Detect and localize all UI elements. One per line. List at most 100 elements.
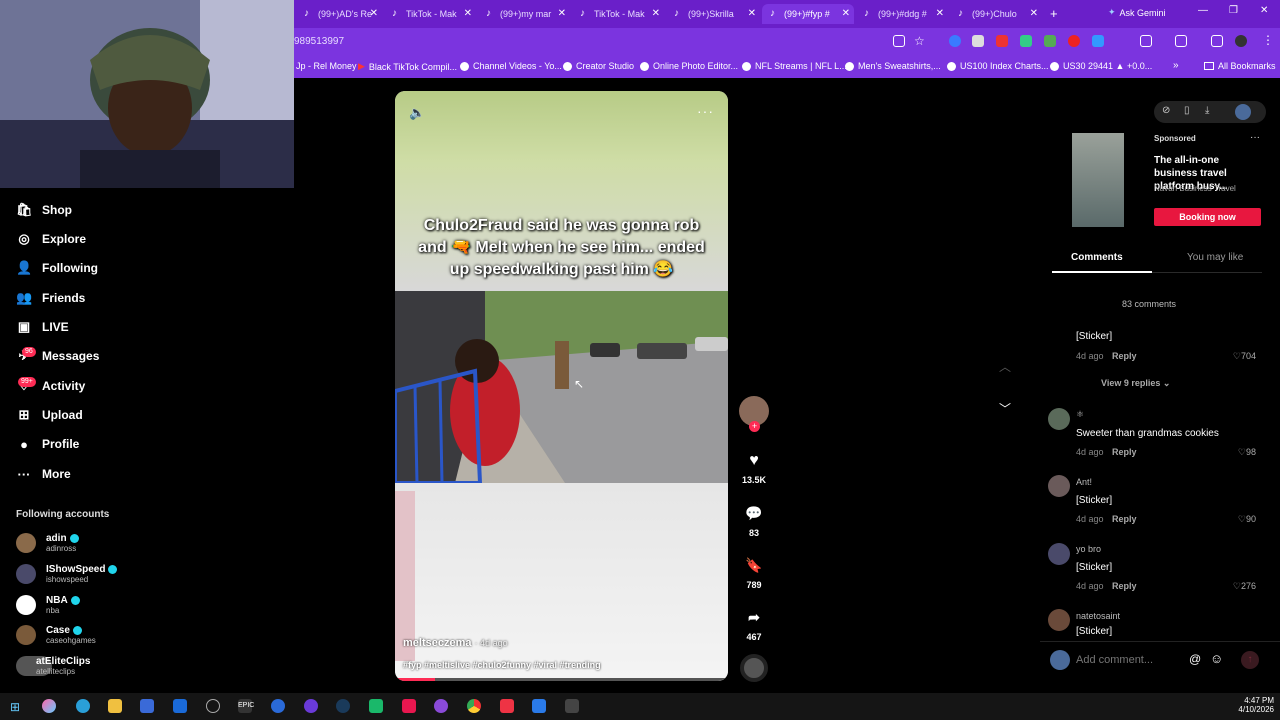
cast-icon[interactable] (893, 35, 905, 47)
following-account[interactable]: IShowSpeed ishowspeed (16, 561, 118, 587)
volume-icon[interactable]: 🔈 (409, 105, 425, 121)
edge-icon[interactable] (76, 699, 90, 713)
send-button[interactable]: ↑ (1241, 651, 1259, 669)
tab-you-may-like[interactable]: You may like (1187, 252, 1243, 263)
compass-icon[interactable]: ⊘ (1162, 105, 1170, 116)
sidebar-item-profile[interactable]: ● Profile (16, 434, 79, 454)
app-icon[interactable] (434, 699, 448, 713)
following-account[interactable]: NBA nba (16, 592, 80, 618)
sidebar-item-live[interactable]: ▣ LIVE (16, 317, 69, 337)
app-icon[interactable] (206, 699, 220, 713)
share-button[interactable]: ➦ 467 (741, 609, 767, 642)
ad-more-icon[interactable]: ··· (1250, 132, 1260, 143)
bookmark[interactable]: NFL Streams | NFL L... (742, 61, 847, 71)
extension-icon[interactable] (972, 35, 984, 47)
sidebar-item-more[interactable]: ··· More (16, 464, 71, 484)
browser-tab[interactable]: ♪ (99+)#ddg # ✕ (856, 4, 948, 24)
avatar[interactable] (1048, 609, 1070, 631)
progress-bar[interactable] (395, 678, 728, 681)
bookmark[interactable]: US30 29441 ▲ +0.0... (1050, 61, 1152, 71)
steam-icon[interactable] (336, 699, 350, 713)
follow-plus-icon[interactable]: + (749, 421, 760, 432)
windows-start-icon[interactable]: ⊞ (10, 700, 20, 714)
extension-icon[interactable] (1044, 35, 1056, 47)
tiktok-icon[interactable] (402, 699, 416, 713)
avatar[interactable] (1048, 408, 1070, 430)
bookmark[interactable]: Jp - Rel Money (296, 61, 357, 71)
app-icon[interactable] (369, 699, 383, 713)
file-explorer-icon[interactable] (108, 699, 122, 713)
star-icon[interactable]: ☆ (914, 34, 925, 48)
comment-like[interactable]: ♡276 (1222, 581, 1256, 592)
browser-tab[interactable]: ♪ TikTok - Mak ✕ (384, 4, 476, 24)
app-icon[interactable] (565, 699, 579, 713)
puzzle-icon[interactable] (1140, 35, 1152, 47)
extension-icon[interactable] (1020, 35, 1032, 47)
app-icon[interactable] (271, 699, 285, 713)
bookmark[interactable]: Online Photo Editor... (640, 61, 738, 71)
like-button[interactable]: ♥ 13.5K (741, 452, 767, 485)
close-icon[interactable]: ✕ (1030, 8, 1038, 19)
following-account[interactable]: Case caseohgames (16, 622, 96, 648)
more-options-icon[interactable]: ··· (697, 103, 714, 119)
menu-icon[interactable]: ⋮ (1262, 33, 1274, 47)
url-field[interactable]: 989513997 (294, 36, 344, 47)
new-tab-button[interactable]: + (1050, 6, 1058, 21)
ask-gemini-button[interactable]: ✦ Ask Gemini (1108, 7, 1166, 18)
all-bookmarks-button[interactable]: All Bookmarks (1204, 61, 1276, 71)
app-icon[interactable] (500, 699, 514, 713)
reply-button[interactable]: Reply (1112, 447, 1137, 457)
bookmark[interactable]: Channel Videos - Yo... (460, 61, 562, 71)
comment-user[interactable]: ⚛ (1076, 409, 1084, 420)
chevron-down-icon[interactable]: ﹀ (999, 400, 1011, 417)
bookmark[interactable]: Men's Sweatshirts,... (845, 61, 941, 71)
bookmark[interactable]: US100 Index Charts... (947, 61, 1049, 71)
close-icon[interactable]: ✕ (464, 8, 472, 19)
view-replies-button[interactable]: View 9 replies ⌄ (1101, 378, 1170, 389)
add-comment-input[interactable] (1076, 650, 1176, 670)
taskbar-clock[interactable]: 4:47 PM 4/10/2026 (1234, 696, 1274, 714)
store-icon[interactable] (140, 699, 154, 713)
restore-icon[interactable]: ❐ (1229, 5, 1238, 16)
downloads-icon[interactable] (1211, 35, 1223, 47)
avatar[interactable] (1048, 475, 1070, 497)
following-account[interactable]: atEliteClips atelliteclips (16, 653, 90, 679)
extension-icon[interactable] (1092, 35, 1104, 47)
avatar[interactable] (1048, 543, 1070, 565)
avatar[interactable] (1235, 104, 1251, 120)
sidebar-item-upload[interactable]: ⊞ Upload (16, 405, 83, 425)
emoji-icon[interactable]: ☺ (1210, 651, 1223, 666)
chevron-right-icon[interactable]: » (1173, 60, 1179, 71)
app-icon[interactable] (532, 699, 546, 713)
browser-tab[interactable]: ♪ (99+)AD's Re ✕ (296, 4, 382, 24)
comment-like[interactable]: ♡90 (1222, 514, 1256, 525)
reply-button[interactable]: Reply (1112, 581, 1137, 591)
sidebar-item-shop[interactable]: 🛍 Shop (16, 200, 72, 220)
sidebar-item-explore[interactable]: ◎ Explore (16, 229, 86, 249)
sidebar-item-friends[interactable]: 👥 Friends (16, 288, 85, 308)
close-icon[interactable]: ✕ (748, 8, 756, 19)
reply-button[interactable]: Reply (1112, 514, 1137, 524)
close-icon[interactable]: ✕ (842, 8, 850, 19)
sound-avatar[interactable] (740, 654, 768, 682)
browser-tab-active[interactable]: ♪ (99+)#fyp # ✕ (762, 4, 854, 24)
bookmark[interactable]: ▶ Black TikTok Compil... (358, 61, 457, 72)
ad-image[interactable] (1072, 133, 1124, 227)
sidebar-item-following[interactable]: 👤 Following (16, 258, 98, 278)
epic-games-icon[interactable]: EPIC (238, 699, 254, 713)
sidepanel-icon[interactable] (1175, 35, 1187, 47)
bookmark[interactable]: Creator Studio (563, 61, 634, 71)
extension-icon[interactable] (996, 35, 1008, 47)
save-button[interactable]: 🔖 789 (741, 557, 767, 590)
tab-comments[interactable]: Comments (1071, 252, 1123, 263)
browser-tab[interactable]: ♪ (99+)Skrilla ✕ (666, 4, 760, 24)
extension-icon[interactable] (949, 35, 961, 47)
comment-button[interactable]: 💬 83 (741, 505, 767, 538)
close-window-icon[interactable]: ✕ (1260, 5, 1268, 16)
extension-icon[interactable] (1068, 35, 1080, 47)
mention-icon[interactable]: @ (1189, 652, 1201, 666)
browser-tab[interactable]: ♪ (99+)my mar ✕ (478, 4, 570, 24)
chevron-up-icon[interactable]: ︿ (999, 358, 1011, 375)
download-icon[interactable]: ⤓ (1205, 105, 1209, 116)
ad-cta-button[interactable]: Booking now (1154, 208, 1261, 226)
